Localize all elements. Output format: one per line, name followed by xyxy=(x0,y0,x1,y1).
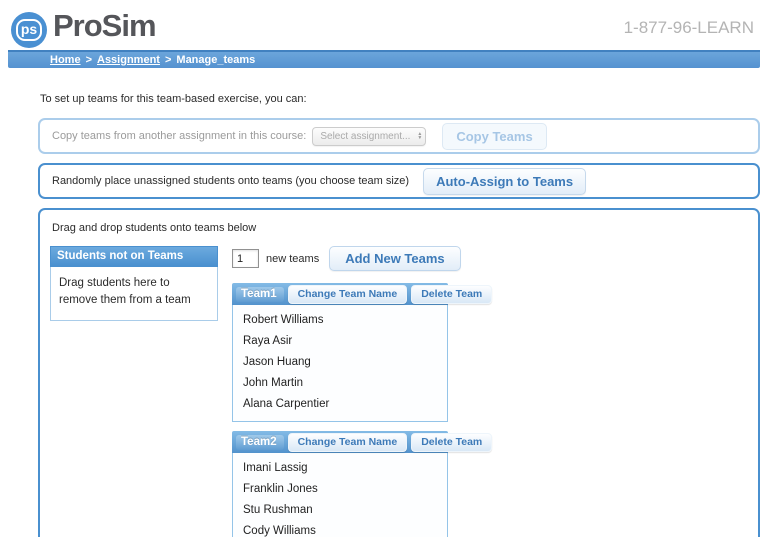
assignment-select-value: Select assignment... xyxy=(320,130,411,142)
new-teams-label: new teams xyxy=(266,252,320,265)
team2-name: Team2 xyxy=(236,434,284,450)
team1-name: Team1 xyxy=(236,286,284,302)
team-card-team2: Team2 Change Team Name Delete Team Imani… xyxy=(232,431,493,537)
team2-member[interactable]: Cody Williams xyxy=(233,521,447,537)
copy-teams-button[interactable]: Copy Teams xyxy=(442,122,547,150)
copy-teams-panel: Copy teams from another assignment in th… xyxy=(38,118,760,154)
drag-drop-instruction: Drag and drop students onto teams below xyxy=(52,222,257,234)
team1-change-name-button[interactable]: Change Team Name xyxy=(287,284,408,304)
team2-header: Team2 Change Team Name Delete Team xyxy=(232,431,493,453)
team2-member[interactable]: Stu Rushman xyxy=(233,500,447,521)
team2-member[interactable]: Franklin Jones xyxy=(233,479,447,500)
team1-member-list[interactable]: Robert Williams Raya Asir Jason Huang Jo… xyxy=(232,305,448,422)
unassigned-panel-hint: Drag students here to remove them from a… xyxy=(50,267,218,322)
breadcrumb-separator: > xyxy=(164,54,172,66)
brand-title: ProSim xyxy=(53,8,157,43)
teams-management-panel: Drag and drop students onto teams below … xyxy=(38,208,760,537)
support-phone-number: 1-877-96-LEARN xyxy=(623,18,754,37)
team1-member[interactable]: Jason Huang xyxy=(233,352,447,373)
team1-header: Team1 Change Team Name Delete Team xyxy=(232,283,493,305)
team2-delete-button[interactable]: Delete Team xyxy=(411,432,493,452)
add-teams-row: new teams Add New Teams xyxy=(232,246,461,271)
breadcrumb: Home > Assignment > Manage_teams xyxy=(8,50,760,68)
team1-member[interactable]: Alana Carpentier xyxy=(233,394,447,415)
team1-member[interactable]: John Martin xyxy=(233,373,447,394)
team1-delete-button[interactable]: Delete Team xyxy=(411,284,493,304)
unassigned-panel-title: Students not on Teams xyxy=(50,246,218,267)
breadcrumb-assignment-link[interactable]: Assignment xyxy=(97,54,160,66)
copy-teams-label: Copy teams from another assignment in th… xyxy=(52,130,307,142)
select-stepper-icon: ▲ ▼ xyxy=(417,131,423,141)
new-teams-count-input[interactable] xyxy=(232,249,259,268)
setup-intro-text: To set up teams for this team-based exer… xyxy=(40,93,307,105)
prosim-logo-icon: ps xyxy=(11,12,47,48)
auto-assign-label: Randomly place unassigned students onto … xyxy=(52,175,410,187)
team1-member[interactable]: Robert Williams xyxy=(233,310,447,331)
breadcrumb-current-page: Manage_teams xyxy=(176,54,256,66)
team2-member[interactable]: Imani Lassig xyxy=(233,458,447,479)
team1-member[interactable]: Raya Asir xyxy=(233,331,447,352)
logo-text: ps xyxy=(15,19,43,41)
assignment-select[interactable]: Select assignment... ▲ ▼ xyxy=(312,126,427,146)
add-new-teams-button[interactable]: Add New Teams xyxy=(329,246,461,271)
app-header: ps ProSim 1-877-96-LEARN xyxy=(0,0,768,50)
team2-change-name-button[interactable]: Change Team Name xyxy=(287,432,408,452)
auto-assign-button[interactable]: Auto-Assign to Teams xyxy=(423,167,587,195)
team-card-team1: Team1 Change Team Name Delete Team Rober… xyxy=(232,283,493,422)
team2-member-list[interactable]: Imani Lassig Franklin Jones Stu Rushman … xyxy=(232,453,448,537)
unassigned-students-panel[interactable]: Students not on Teams Drag students here… xyxy=(50,246,218,322)
auto-assign-panel: Randomly place unassigned students onto … xyxy=(38,163,760,199)
breadcrumb-home-link[interactable]: Home xyxy=(50,54,81,66)
breadcrumb-separator: > xyxy=(85,54,92,66)
